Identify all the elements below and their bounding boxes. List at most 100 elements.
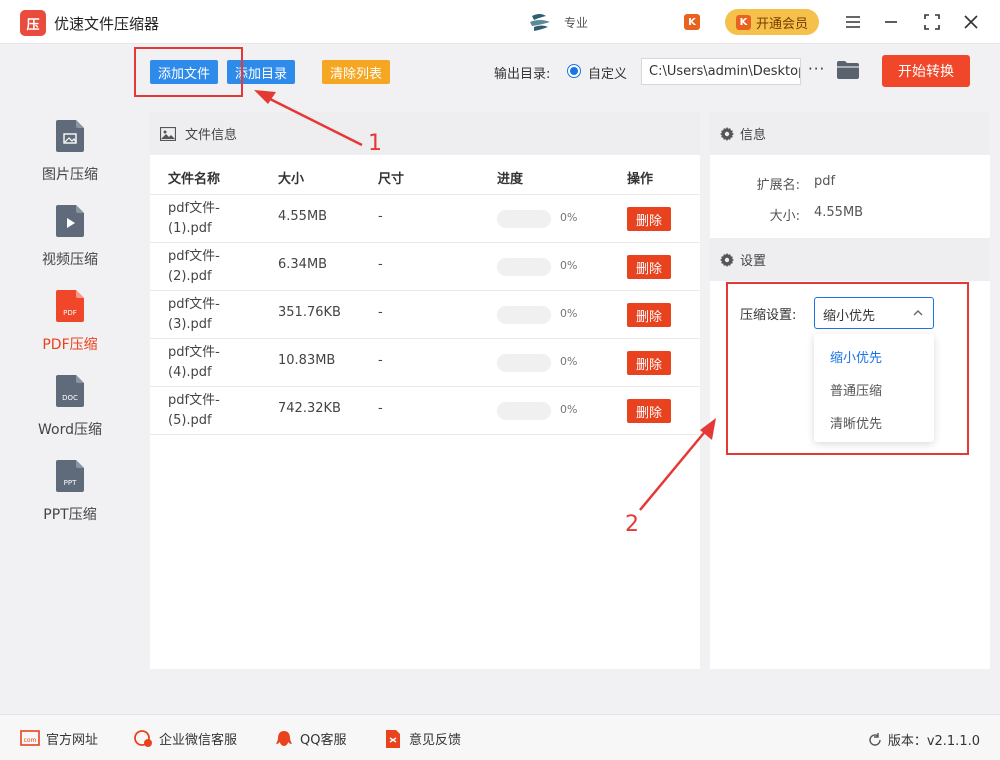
- open-vip-button[interactable]: K 开通会员: [725, 9, 819, 35]
- sidebar-item-label: 图片压缩: [42, 167, 98, 183]
- clear-list-button[interactable]: 清除列表: [322, 60, 391, 84]
- footer-website-link[interactable]: com 官方网址: [20, 729, 98, 748]
- refresh-icon[interactable]: [868, 732, 882, 747]
- custom-output-radio-label[interactable]: 自定义: [588, 63, 627, 82]
- image-file-icon: [56, 120, 84, 152]
- file-size: 351.76KB: [278, 305, 341, 320]
- file-name: pdf文件- (2).pdf: [168, 249, 220, 284]
- option-shrink-priority[interactable]: 缩小优先: [814, 340, 934, 373]
- settings-panel-title: 设置: [740, 254, 767, 269]
- ext-key: 扩展名:: [756, 178, 800, 193]
- doc-file-icon: DOC: [56, 375, 84, 407]
- delete-button[interactable]: 删除: [627, 255, 671, 279]
- delete-button[interactable]: 删除: [627, 399, 671, 423]
- qq-icon: [276, 730, 292, 746]
- annotation-label-2: 2: [625, 512, 639, 537]
- vip-mini-icon: K: [684, 14, 700, 30]
- output-dir-label: 输出目录:: [494, 67, 551, 82]
- footer-feedback-link[interactable]: 意见反馈: [383, 729, 461, 748]
- pdf-file-icon: PDF: [56, 290, 84, 322]
- delete-button[interactable]: 删除: [627, 207, 671, 231]
- progress-percent: 0%: [560, 403, 578, 416]
- size-value: 4.55MB: [814, 205, 864, 220]
- user-name[interactable]: 专业: [564, 14, 588, 31]
- file-name: pdf文件- (1).pdf: [168, 201, 220, 236]
- file-dimension: -: [378, 257, 383, 272]
- file-name: pdf文件- (3).pdf: [168, 297, 220, 332]
- compress-setting-select[interactable]: 缩小优先: [814, 297, 934, 329]
- delete-button[interactable]: 删除: [627, 303, 671, 327]
- minimize-icon[interactable]: [877, 8, 905, 36]
- svg-text:DOC: DOC: [62, 394, 78, 402]
- file-name: pdf文件- (4).pdf: [168, 345, 220, 380]
- option-clarity-priority[interactable]: 清晰优先: [814, 406, 934, 439]
- size-key: 大小:: [769, 209, 800, 224]
- menu-icon[interactable]: [839, 8, 867, 36]
- file-dimension: -: [378, 209, 383, 224]
- sidebar-item-label: PPT压缩: [43, 507, 97, 523]
- progress-bar: [497, 306, 551, 324]
- column-header-action: 操作: [627, 172, 654, 187]
- add-file-button[interactable]: 添加文件: [150, 60, 219, 84]
- vip-label: 开通会员: [755, 16, 808, 32]
- output-path-field[interactable]: C:\Users\admin\Desktop: [641, 58, 801, 85]
- custom-output-radio[interactable]: [567, 64, 581, 78]
- gear-icon: [720, 252, 734, 267]
- sidebar-item-word[interactable]: DOC Word压缩: [0, 375, 140, 455]
- start-convert-button[interactable]: 开始转换: [882, 55, 970, 87]
- sidebar-item-label: Word压缩: [38, 422, 102, 438]
- progress-percent: 0%: [560, 307, 578, 320]
- file-panel-title: 文件信息: [185, 128, 238, 143]
- info-panel-title: 信息: [740, 128, 767, 143]
- right-panel: 信息 扩展名: pdf 大小: 4.55MB 设置 压缩设置: 缩小优先 缩小优…: [710, 112, 990, 669]
- version-label: 版本：v2.1.1.0: [887, 734, 980, 749]
- footer-wechat-link[interactable]: 企业微信客服: [133, 729, 237, 748]
- table-row[interactable]: pdf文件- (5).pdf 742.32KB - 0% 删除: [150, 387, 700, 435]
- svg-text:com: com: [24, 737, 37, 744]
- compress-setting-label: 压缩设置:: [740, 308, 797, 323]
- table-row[interactable]: pdf文件- (1).pdf 4.55MB - 0% 删除: [150, 195, 700, 243]
- column-header-size: 大小: [278, 172, 305, 187]
- more-options-button[interactable]: ···: [808, 60, 825, 78]
- gear-icon: [720, 126, 734, 141]
- image-icon: [160, 126, 176, 141]
- footer-qq-link[interactable]: QQ客服: [274, 729, 346, 748]
- folder-icon[interactable]: [837, 61, 859, 79]
- svg-text:PPT: PPT: [64, 479, 77, 487]
- file-dimension: -: [378, 305, 383, 320]
- annotation-label-1: 1: [368, 131, 382, 156]
- compress-setting-dropdown: 缩小优先 普通压缩 清晰优先: [814, 334, 934, 442]
- sidebar: 图片压缩 视频压缩 PDF PDF压缩 DOC Word压缩 PPT PPT压缩: [0, 44, 140, 714]
- wechat-service-icon: [134, 729, 152, 747]
- table-row[interactable]: pdf文件- (3).pdf 351.76KB - 0% 删除: [150, 291, 700, 339]
- app-title: 优速文件压缩器: [54, 15, 160, 33]
- feedback-icon: [386, 729, 400, 748]
- sidebar-item-image[interactable]: 图片压缩: [0, 120, 140, 200]
- svg-text:PDF: PDF: [63, 309, 77, 317]
- sidebar-item-ppt[interactable]: PPT PPT压缩: [0, 460, 140, 540]
- maximize-icon[interactable]: [918, 8, 946, 36]
- user-avatar-icon[interactable]: [528, 12, 558, 32]
- website-icon: com: [20, 729, 40, 746]
- progress-bar: [497, 258, 551, 276]
- progress-bar: [497, 354, 551, 372]
- option-normal-compress[interactable]: 普通压缩: [814, 373, 934, 406]
- close-icon[interactable]: [957, 8, 985, 36]
- sidebar-item-pdf[interactable]: PDF PDF压缩: [0, 290, 140, 370]
- progress-percent: 0%: [560, 211, 578, 224]
- file-size: 6.34MB: [278, 257, 328, 272]
- column-header-name: 文件名称: [168, 172, 221, 187]
- file-panel-header: 文件信息: [150, 112, 700, 155]
- file-size: 10.83MB: [278, 353, 336, 368]
- column-header-progress: 进度: [497, 172, 524, 187]
- ppt-file-icon: PPT: [56, 460, 84, 492]
- table-row[interactable]: pdf文件- (4).pdf 10.83MB - 0% 删除: [150, 339, 700, 387]
- delete-button[interactable]: 删除: [627, 351, 671, 375]
- table-row[interactable]: pdf文件- (2).pdf 6.34MB - 0% 删除: [150, 243, 700, 291]
- add-folder-button[interactable]: 添加目录: [227, 60, 296, 84]
- sidebar-item-video[interactable]: 视频压缩: [0, 205, 140, 285]
- footer-link-label: 意见反馈: [409, 733, 462, 748]
- ext-value: pdf: [814, 174, 836, 189]
- toolbar: 添加文件 添加目录 清除列表 输出目录: 自定义 C:\Users\admin\…: [140, 44, 1000, 102]
- video-file-icon: [56, 205, 84, 237]
